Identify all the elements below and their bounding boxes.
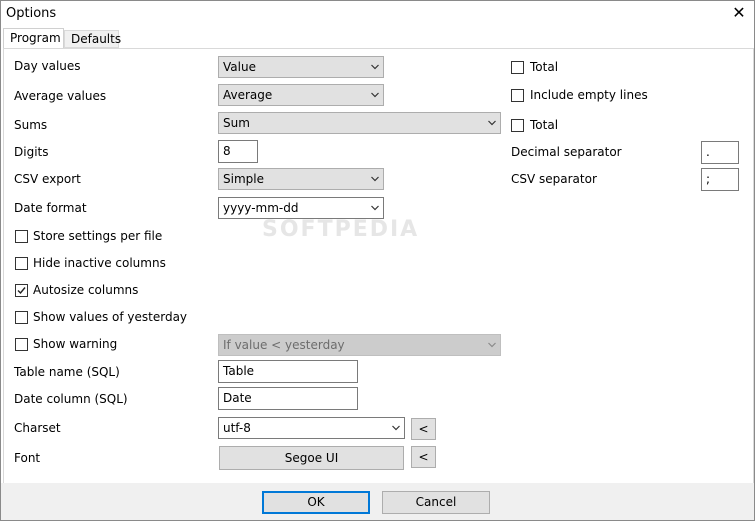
watermark-text: SOFTPEDIA	[262, 217, 420, 242]
store-settings-label: Store settings per file	[33, 229, 163, 243]
checkmark-icon	[17, 287, 26, 295]
show-yesterday-checkbox[interactable]	[15, 311, 28, 324]
show-warning-checkbox[interactable]	[15, 338, 28, 351]
csv-export-selected: Simple	[223, 172, 264, 186]
title-bar: Options ✕	[1, 1, 754, 27]
warning-condition-selected: If value < yesterday	[223, 338, 345, 352]
warning-condition-combo: If value < yesterday	[218, 334, 501, 356]
csv-export-label: CSV export	[14, 172, 81, 186]
include-empty-lines-label: Include empty lines	[530, 88, 648, 102]
csv-separator-label: CSV separator	[511, 172, 597, 186]
show-yesterday-label: Show values of yesterday	[33, 310, 188, 324]
date-column-field[interactable]: Date	[218, 387, 358, 410]
date-format-selected: yyyy-mm-dd	[223, 201, 299, 215]
autosize-columns-checkbox[interactable]	[15, 284, 28, 297]
day-values-combo[interactable]: Value	[218, 56, 384, 78]
hide-inactive-checkbox[interactable]	[15, 257, 28, 270]
font-picker-button[interactable]: Segoe UI	[219, 446, 404, 470]
table-name-field[interactable]: Table	[218, 360, 358, 383]
total-day-label: Total	[530, 60, 559, 74]
date-format-combo[interactable]: yyyy-mm-dd	[218, 197, 384, 219]
chevron-down-icon	[392, 425, 400, 431]
chevron-down-icon	[371, 205, 379, 211]
csv-separator-field[interactable]: ;	[701, 168, 739, 191]
include-empty-lines-checkbox[interactable]	[511, 89, 524, 102]
charset-selected: utf-8	[223, 421, 251, 435]
cancel-button[interactable]: Cancel	[382, 491, 490, 514]
window-title: Options	[6, 6, 57, 21]
dialog-footer: OK Cancel	[1, 483, 754, 520]
total-sums-label: Total	[530, 118, 559, 132]
store-settings-checkbox[interactable]	[15, 230, 28, 243]
sums-label: Sums	[14, 118, 48, 132]
date-column-label: Date column (SQL)	[14, 392, 128, 406]
chevron-down-icon	[488, 120, 496, 126]
charset-combo[interactable]: utf-8	[218, 417, 405, 439]
sums-combo[interactable]: Sum	[218, 112, 501, 134]
show-warning-label: Show warning	[33, 337, 118, 351]
digits-label: Digits	[14, 145, 49, 159]
digits-field[interactable]: 8	[218, 140, 258, 163]
options-dialog: Options ✕ Program Defaults Day values Va…	[0, 0, 755, 521]
font-label: Font	[14, 451, 41, 465]
date-format-label: Date format	[14, 201, 87, 215]
average-values-selected: Average	[223, 88, 273, 102]
chevron-down-icon	[371, 176, 379, 182]
average-values-label: Average values	[14, 89, 107, 103]
autosize-columns-label: Autosize columns	[33, 283, 139, 297]
charset-label: Charset	[14, 421, 61, 435]
average-values-combo[interactable]: Average	[218, 84, 384, 106]
sums-selected: Sum	[223, 116, 250, 130]
close-icon[interactable]: ✕	[730, 4, 748, 22]
font-reset-button[interactable]: <	[411, 446, 436, 468]
decimal-separator-field[interactable]: .	[701, 141, 739, 164]
chevron-down-icon	[371, 92, 379, 98]
tab-program[interactable]: Program	[3, 28, 64, 48]
charset-reset-button[interactable]: <	[411, 418, 436, 440]
ok-button[interactable]: OK	[262, 491, 370, 514]
chevron-down-icon	[371, 64, 379, 70]
chevron-down-icon	[488, 342, 496, 348]
total-day-checkbox[interactable]	[511, 61, 524, 74]
program-panel: Day values Value Average values Average …	[3, 48, 754, 485]
tab-defaults[interactable]: Defaults	[64, 30, 121, 48]
day-values-label: Day values	[14, 59, 81, 73]
total-sums-checkbox[interactable]	[511, 119, 524, 132]
decimal-separator-label: Decimal separator	[511, 145, 622, 159]
csv-export-combo[interactable]: Simple	[218, 168, 384, 190]
day-values-selected: Value	[223, 60, 256, 74]
hide-inactive-label: Hide inactive columns	[33, 256, 166, 270]
table-name-label: Table name (SQL)	[14, 365, 120, 379]
